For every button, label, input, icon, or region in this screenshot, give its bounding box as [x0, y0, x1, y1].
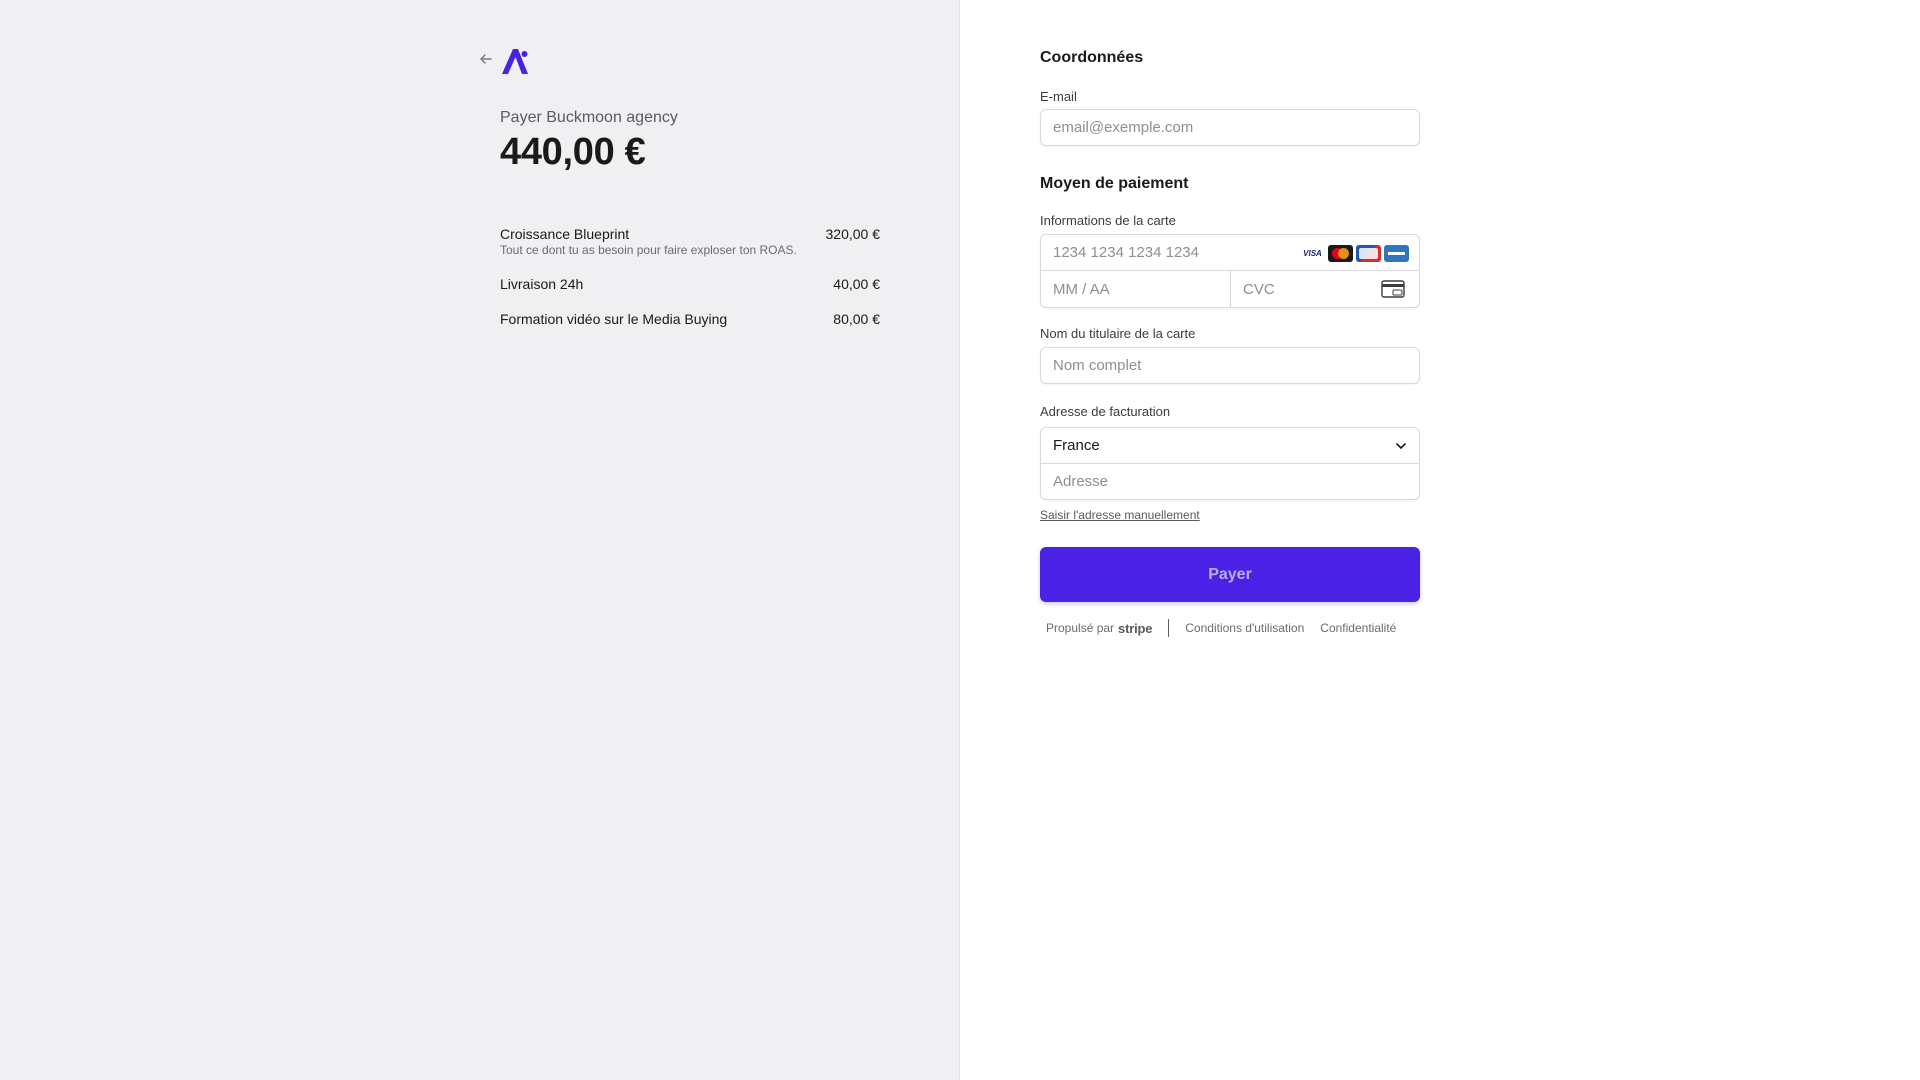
pay-button[interactable]: Payer: [1040, 547, 1420, 602]
total-amount: 440,00 €: [500, 131, 646, 173]
chevron-down-icon: [1396, 443, 1406, 449]
mastercard-icon: [1328, 245, 1353, 262]
billing-address-group: France: [1040, 427, 1420, 500]
footer: Propulsé par stripe Conditions d'utilisa…: [1046, 619, 1412, 637]
merchant-label: Payer Buckmoon agency: [500, 109, 678, 126]
line-items-list: Croissance Blueprint 320,00 € Tout ce do…: [500, 226, 880, 346]
item-price: 40,00 €: [833, 276, 880, 292]
card-details-group: VISA: [1040, 234, 1420, 308]
back-arrow-icon[interactable]: [478, 51, 494, 67]
expiry-field[interactable]: [1041, 271, 1230, 307]
card-number-wrapper: VISA: [1041, 235, 1419, 271]
payment-section-title: Moyen de paiement: [1040, 175, 1189, 192]
powered-by-stripe[interactable]: Propulsé par stripe: [1046, 621, 1152, 636]
card-brands: VISA: [1300, 245, 1409, 262]
cvc-wrapper: [1231, 271, 1419, 307]
powered-by-label: Propulsé par: [1046, 621, 1115, 635]
item-name: Croissance Blueprint: [500, 226, 630, 242]
privacy-link[interactable]: Confidentialité: [1320, 621, 1396, 635]
contact-section-title: Coordonnées: [1040, 49, 1144, 66]
item-name: Livraison 24h: [500, 276, 584, 292]
expiry-wrapper: [1041, 271, 1231, 307]
cvc-card-icon: [1381, 280, 1405, 298]
list-item: Formation vidéo sur le Media Buying 80,0…: [500, 311, 880, 327]
payment-form-pane: [960, 0, 1920, 1080]
cardholder-field[interactable]: [1041, 348, 1419, 383]
item-price: 320,00 €: [825, 226, 881, 242]
visa-icon: VISA: [1300, 245, 1325, 262]
list-item: Croissance Blueprint 320,00 € Tout ce do…: [500, 226, 880, 257]
country-select[interactable]: France: [1041, 428, 1419, 464]
merchant-logo-icon[interactable]: [500, 46, 530, 76]
country-value: France: [1053, 437, 1100, 454]
card-info-label: Informations de la carte: [1040, 213, 1176, 228]
billing-address-label: Adresse de facturation: [1040, 404, 1171, 419]
cartes-bancaires-icon: [1356, 245, 1381, 262]
address-field-wrapper: [1041, 464, 1419, 499]
item-description: Tout ce dont tu as besoin pour faire exp…: [500, 243, 797, 257]
cardholder-field-wrapper: [1040, 347, 1420, 384]
item-price: 80,00 €: [833, 311, 880, 327]
terms-link[interactable]: Conditions d'utilisation: [1185, 621, 1304, 635]
email-field[interactable]: [1041, 110, 1419, 145]
stripe-logo: stripe: [1118, 620, 1153, 636]
email-field-wrapper: [1040, 109, 1420, 146]
address-field[interactable]: [1041, 464, 1419, 499]
footer-divider: [1168, 619, 1170, 637]
item-name: Formation vidéo sur le Media Buying: [500, 311, 728, 327]
cardholder-label: Nom du titulaire de la carte: [1040, 326, 1196, 341]
manual-address-link[interactable]: Saisir l'adresse manuellement: [1040, 508, 1200, 522]
list-item: Livraison 24h 40,00 €: [500, 276, 880, 292]
amex-icon: [1384, 245, 1409, 262]
email-label: E-mail: [1040, 89, 1077, 104]
order-summary-pane: Payer Buckmoon agency 440,00 € Croissanc…: [0, 0, 960, 1080]
